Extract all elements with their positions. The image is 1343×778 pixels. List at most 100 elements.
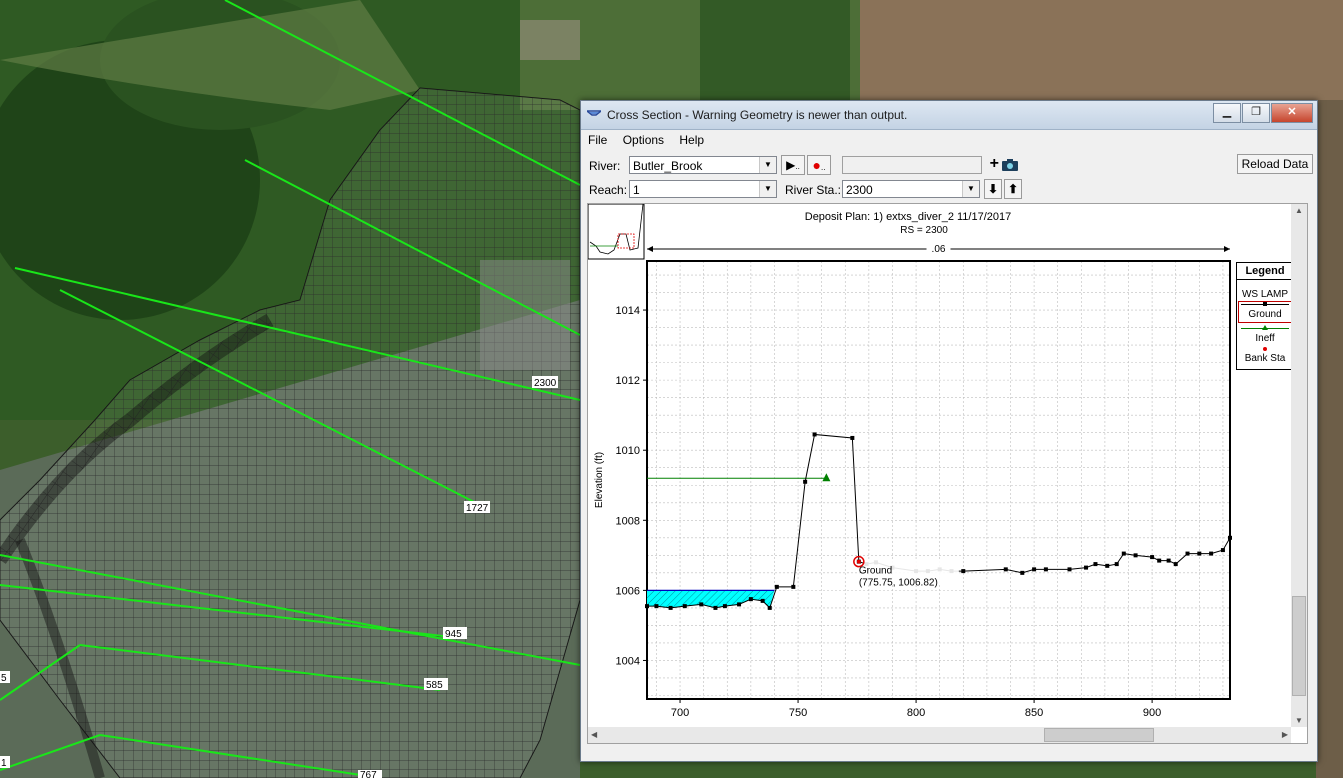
x-tick-label: 800 bbox=[907, 707, 925, 719]
reload-data-button[interactable]: Reload Data bbox=[1237, 154, 1313, 174]
arrow-down-icon: ⬇ bbox=[987, 182, 999, 196]
chart-subtitle: RS = 2300 bbox=[900, 225, 948, 236]
chart-legend: Legend WS LAMP Ground Ineff Bank Sta bbox=[1236, 262, 1294, 370]
record-icon: ● bbox=[812, 157, 821, 173]
play-icon: ▶ bbox=[786, 158, 796, 172]
ground-point bbox=[654, 604, 659, 609]
y-tick-label: 1006 bbox=[616, 585, 640, 597]
menu-options[interactable]: Options bbox=[616, 131, 669, 147]
chevron-down-icon[interactable]: ▼ bbox=[962, 181, 979, 197]
vertical-scrollbar[interactable]: ▲ ▼ bbox=[1291, 204, 1307, 727]
ground-point bbox=[1185, 551, 1190, 556]
overview-thumbnail bbox=[588, 204, 645, 260]
ground-point bbox=[748, 597, 753, 602]
ground-point bbox=[737, 602, 742, 607]
legend-item-ineff[interactable]: Ineff bbox=[1237, 325, 1293, 344]
selected-point-dot bbox=[856, 559, 861, 564]
minimize-button[interactable]: ▁ bbox=[1213, 103, 1241, 123]
annotation-label: Ground bbox=[859, 566, 892, 577]
river-station-select-value: 2300 bbox=[846, 183, 873, 197]
ground-point bbox=[1114, 562, 1119, 567]
map-xs-label: 945 bbox=[445, 629, 462, 640]
ground-point bbox=[1220, 548, 1225, 553]
y-tick-label: 1012 bbox=[616, 375, 640, 387]
ground-point bbox=[668, 605, 673, 610]
horizontal-scrollbar[interactable]: ◀ ▶ bbox=[588, 727, 1291, 743]
plus-icon: + bbox=[989, 155, 999, 172]
ground-point bbox=[791, 584, 796, 589]
ground-point bbox=[1209, 551, 1214, 556]
ground-point bbox=[767, 605, 772, 610]
cross-section-app-icon bbox=[587, 110, 601, 116]
ground-point bbox=[1032, 567, 1037, 572]
animate-play-button[interactable]: ▶.. bbox=[781, 155, 805, 175]
close-button[interactable]: ✕ bbox=[1271, 103, 1313, 123]
legend-item-ground[interactable]: Ground bbox=[1237, 301, 1293, 320]
y-tick-label: 1010 bbox=[616, 445, 640, 457]
ground-point bbox=[1067, 567, 1072, 572]
legend-item-bank-sta[interactable]: Bank Sta bbox=[1237, 347, 1293, 364]
manning-bar-right-arrow bbox=[1224, 246, 1230, 252]
river-station-select[interactable]: 2300 ▼ bbox=[842, 180, 980, 198]
menu-help[interactable]: Help bbox=[672, 131, 709, 147]
river-select-value: Butler_Brook bbox=[633, 159, 703, 173]
ground-point bbox=[1003, 567, 1008, 572]
manning-bar-left-arrow bbox=[647, 246, 653, 252]
profile-textbox[interactable] bbox=[842, 156, 982, 174]
title-bar[interactable]: Cross Section - Warning Geometry is newe… bbox=[581, 101, 1317, 130]
ground-point bbox=[774, 584, 779, 589]
vertical-scroll-thumb[interactable] bbox=[1292, 596, 1306, 696]
scroll-up-arrow-icon[interactable]: ▲ bbox=[1295, 206, 1303, 215]
y-axis-label: Elevation (ft) bbox=[594, 452, 605, 508]
menu-file[interactable]: File bbox=[581, 131, 612, 147]
x-tick-label: 900 bbox=[1143, 707, 1161, 719]
ground-point bbox=[645, 604, 649, 609]
map-xs-label: 767 bbox=[360, 770, 377, 778]
manning-n-label: .06 bbox=[932, 244, 946, 255]
station-up-button[interactable]: ⬆ bbox=[1004, 179, 1022, 199]
ground-point bbox=[961, 569, 966, 574]
map-xs-label: 1 bbox=[1, 758, 7, 769]
ground-point bbox=[760, 598, 765, 603]
legend-title: Legend bbox=[1237, 265, 1293, 280]
station-down-button[interactable]: ⬇ bbox=[984, 179, 1002, 199]
window-title: Cross Section - Warning Geometry is newe… bbox=[607, 108, 908, 122]
ground-point bbox=[682, 604, 687, 609]
ground-point bbox=[850, 435, 855, 440]
legend-item-ws-lamp[interactable]: WS LAMP bbox=[1237, 289, 1293, 302]
ground-point bbox=[1228, 535, 1232, 540]
ground-point bbox=[1093, 562, 1098, 567]
ground-point bbox=[1020, 570, 1025, 575]
camera-icon bbox=[1002, 158, 1019, 171]
river-station-label: River Sta.: bbox=[785, 183, 842, 197]
chevron-down-icon[interactable]: ▼ bbox=[759, 181, 776, 197]
ground-point bbox=[1166, 558, 1171, 563]
horizontal-scroll-thumb[interactable] bbox=[1044, 728, 1154, 742]
arrow-up-icon: ⬆ bbox=[1007, 182, 1019, 196]
menu-bar: File Options Help bbox=[581, 131, 1317, 151]
x-tick-label: 700 bbox=[671, 707, 689, 719]
ground-point bbox=[812, 432, 817, 437]
river-select[interactable]: Butler_Brook ▼ bbox=[629, 156, 777, 174]
ground-point bbox=[699, 602, 704, 607]
ground-point bbox=[803, 479, 808, 484]
scroll-right-arrow-icon[interactable]: ▶ bbox=[1282, 730, 1288, 739]
y-tick-label: 1008 bbox=[616, 515, 640, 527]
reach-select[interactable]: 1 ▼ bbox=[629, 180, 777, 198]
ground-point bbox=[1197, 551, 1202, 556]
chevron-down-icon[interactable]: ▼ bbox=[759, 157, 776, 173]
scroll-down-arrow-icon[interactable]: ▼ bbox=[1295, 716, 1303, 725]
y-tick-label: 1014 bbox=[616, 305, 640, 317]
scroll-left-arrow-icon[interactable]: ◀ bbox=[591, 730, 597, 739]
plot-area[interactable]: Deposit Plan: 1) extxs_diver_2 11/17/201… bbox=[587, 203, 1308, 744]
cross-section-chart[interactable]: Deposit Plan: 1) extxs_diver_2 11/17/201… bbox=[588, 204, 1291, 727]
add-snapshot-button[interactable]: + bbox=[985, 155, 1023, 175]
ground-point bbox=[1084, 565, 1089, 570]
ground-point bbox=[1133, 553, 1138, 558]
maximize-button[interactable]: ❐ bbox=[1242, 103, 1270, 123]
record-button[interactable]: ●.. bbox=[807, 155, 831, 175]
x-tick-label: 750 bbox=[789, 707, 807, 719]
reach-label: Reach: bbox=[589, 183, 628, 197]
plot-frame bbox=[646, 260, 1231, 700]
cross-section-window[interactable]: Cross Section - Warning Geometry is newe… bbox=[580, 100, 1318, 762]
